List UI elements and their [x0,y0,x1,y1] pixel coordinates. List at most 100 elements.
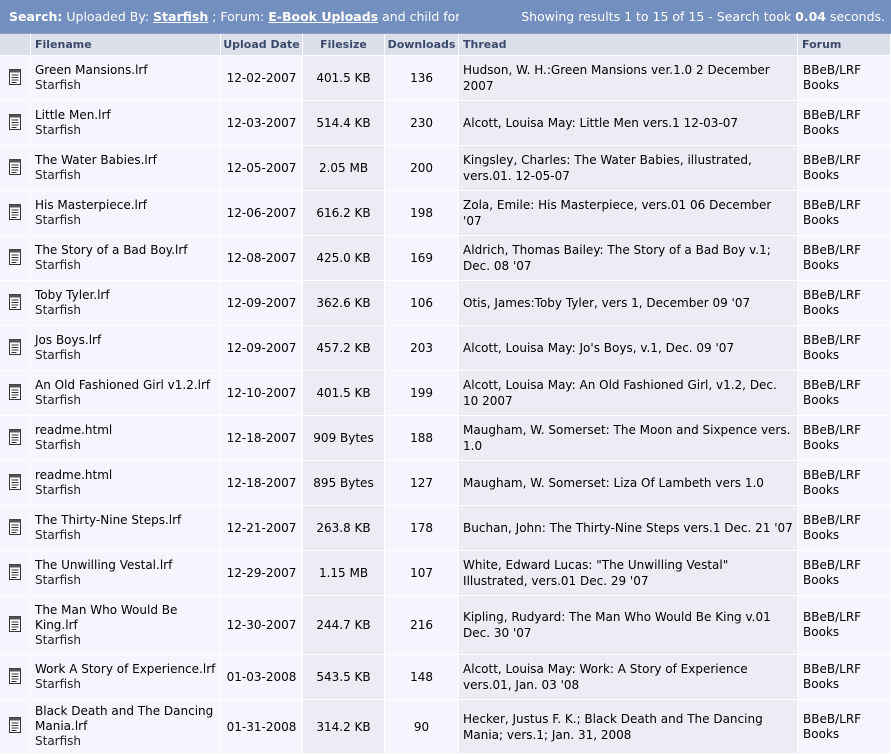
forum-link-line2[interactable]: Books [803,483,839,497]
uploader-link[interactable]: Starfish [35,677,220,692]
uploader-link[interactable]: Starfish [35,633,220,648]
column-header-forum[interactable]: Forum [798,34,891,56]
forum-link-line1[interactable]: BBeB/LRF [803,662,861,676]
forum-link-line1[interactable]: BBeB/LRF [803,243,861,257]
thread-link[interactable]: Alcott, Louisa May: Jo's Boys, v.1, Dec.… [463,341,734,355]
document-icon[interactable] [8,717,22,736]
document-icon[interactable] [8,293,22,313]
document-icon[interactable] [8,383,22,403]
forum-link-line1[interactable]: BBeB/LRF [803,333,861,347]
filename-link[interactable]: His Masterpiece.lrf [35,198,220,213]
uploader-link[interactable]: Starfish [35,438,220,453]
user-link[interactable]: Starfish [153,9,208,24]
thread-cell: Alcott, Louisa May: Little Men vers.1 12… [459,101,799,146]
document-icon[interactable] [8,68,22,88]
thread-link[interactable]: White, Edward Lucas: "The Unwilling Vest… [463,558,728,588]
uploader-link[interactable]: Starfish [35,303,220,318]
thread-link[interactable]: Kingsley, Charles: The Water Babies, ill… [463,153,752,183]
forum-link-line2[interactable]: Books [803,528,839,542]
uploader-link[interactable]: Starfish [35,528,220,543]
thread-link[interactable]: Alcott, Louisa May: Little Men vers.1 12… [463,116,738,130]
thread-link[interactable]: Otis, James:Toby Tyler, vers 1, December… [463,296,750,310]
filename-link[interactable]: Work A Story of Experience.lrf [35,662,220,677]
document-icon[interactable] [8,615,22,635]
downloads-cell: 106 [385,281,460,326]
filename-link[interactable]: Toby Tyler.lrf [35,288,220,303]
forum-link-line1[interactable]: BBeB/LRF [803,198,861,212]
document-icon[interactable] [8,158,22,178]
forum-link-line1[interactable]: BBeB/LRF [803,468,861,482]
filename-link[interactable]: The Story of a Bad Boy.lrf [35,243,220,258]
forum-link-line2[interactable]: Books [803,348,839,362]
filename-link[interactable]: The Water Babies.lrf [35,153,220,168]
forum-link-line1[interactable]: BBeB/LRF [803,108,861,122]
thread-link[interactable]: Hecker, Justus F. K.; Black Death and Th… [463,712,763,742]
thread-link[interactable]: Buchan, John: The Thirty-Nine Steps vers… [463,521,793,535]
filename-link[interactable]: Green Mansions.lrf [35,63,220,78]
document-icon[interactable] [8,248,22,268]
forum-link-line2[interactable]: Books [803,78,839,92]
forum-link-line2[interactable]: Books [803,393,839,407]
forum-link-line1[interactable]: BBeB/LRF [803,153,861,167]
column-header-downloads[interactable]: Downloads [385,34,460,56]
uploader-link[interactable]: Starfish [35,393,220,408]
thread-link[interactable]: Maugham, W. Somerset: Liza Of Lambeth ve… [463,476,764,490]
document-icon[interactable] [8,338,22,358]
thread-link[interactable]: Alcott, Louisa May: Work: A Story of Exp… [463,662,748,692]
document-icon[interactable] [8,203,22,223]
thread-link[interactable]: Maugham, W. Somerset: The Moon and Sixpe… [463,423,790,453]
filename-link[interactable]: Jos Boys.lrf [35,333,220,348]
forum-link-line1[interactable]: BBeB/LRF [803,513,861,527]
forum-link-line2[interactable]: Books [803,168,839,182]
uploader-link[interactable]: Starfish [35,78,220,93]
forum-link-line1[interactable]: BBeB/LRF [803,712,861,726]
document-icon[interactable] [8,473,22,493]
forum-link-line1[interactable]: BBeB/LRF [803,423,861,437]
column-header-thread[interactable]: Thread [459,34,799,56]
filename-link[interactable]: readme.html [35,423,220,438]
forum-link-line2[interactable]: Books [803,727,839,741]
forum-link-line2[interactable]: Books [803,438,839,452]
uploader-link[interactable]: Starfish [35,258,220,273]
thread-link[interactable]: Hudson, W. H.:Green Mansions ver.1.0 2 D… [463,63,770,93]
uploader-link[interactable]: Starfish [35,168,220,183]
filename-link[interactable]: readme.html [35,468,220,483]
document-icon[interactable] [8,113,22,133]
thread-link[interactable]: Aldrich, Thomas Bailey: The Story of a B… [463,243,771,273]
forum-link-line2[interactable]: Books [803,573,839,587]
document-icon[interactable] [8,667,22,687]
filename-link[interactable]: Black Death and The Dancing Mania.lrf [35,704,220,734]
forum-link-line2[interactable]: Books [803,625,839,639]
thread-link[interactable]: Alcott, Louisa May: An Old Fashioned Gir… [463,378,777,408]
filename-link[interactable]: The Man Who Would Be King.lrf [35,603,220,633]
filename-link[interactable]: An Old Fashioned Girl v1.2.lrf [35,378,220,393]
thread-link[interactable]: Zola, Emile: His Masterpiece, vers.01 06… [463,198,771,228]
forum-link[interactable]: E-Book Uploads [268,9,378,24]
uploader-link[interactable]: Starfish [35,483,220,498]
forum-link-line1[interactable]: BBeB/LRF [803,288,861,302]
filename-link[interactable]: Little Men.lrf [35,108,220,123]
document-icon[interactable] [8,563,22,583]
column-header-upload-date[interactable]: Upload Date [221,34,303,56]
filename-link[interactable]: The Thirty-Nine Steps.lrf [35,513,220,528]
forum-link-line2[interactable]: Books [803,677,839,691]
forum-link-line1[interactable]: BBeB/LRF [803,558,861,572]
column-header-filename[interactable]: Filename [31,34,221,56]
forum-link-line1[interactable]: BBeB/LRF [803,610,861,624]
forum-link-line2[interactable]: Books [803,123,839,137]
forum-link-line1[interactable]: BBeB/LRF [803,378,861,392]
forum-link-line2[interactable]: Books [803,258,839,272]
uploader-link[interactable]: Starfish [35,573,220,588]
filename-link[interactable]: The Unwilling Vestal.lrf [35,558,220,573]
uploader-link[interactable]: Starfish [35,213,220,228]
document-icon[interactable] [8,518,22,538]
forum-link-line2[interactable]: Books [803,303,839,317]
thread-link[interactable]: Kipling, Rudyard: The Man Who Would Be K… [463,610,771,640]
uploader-link[interactable]: Starfish [35,348,220,363]
uploader-link[interactable]: Starfish [35,123,220,138]
forum-link-line1[interactable]: BBeB/LRF [803,63,861,77]
column-header-filesize[interactable]: Filesize [303,34,385,56]
forum-link-line2[interactable]: Books [803,213,839,227]
document-icon[interactable] [8,428,22,448]
uploader-link[interactable]: Starfish [35,734,220,749]
